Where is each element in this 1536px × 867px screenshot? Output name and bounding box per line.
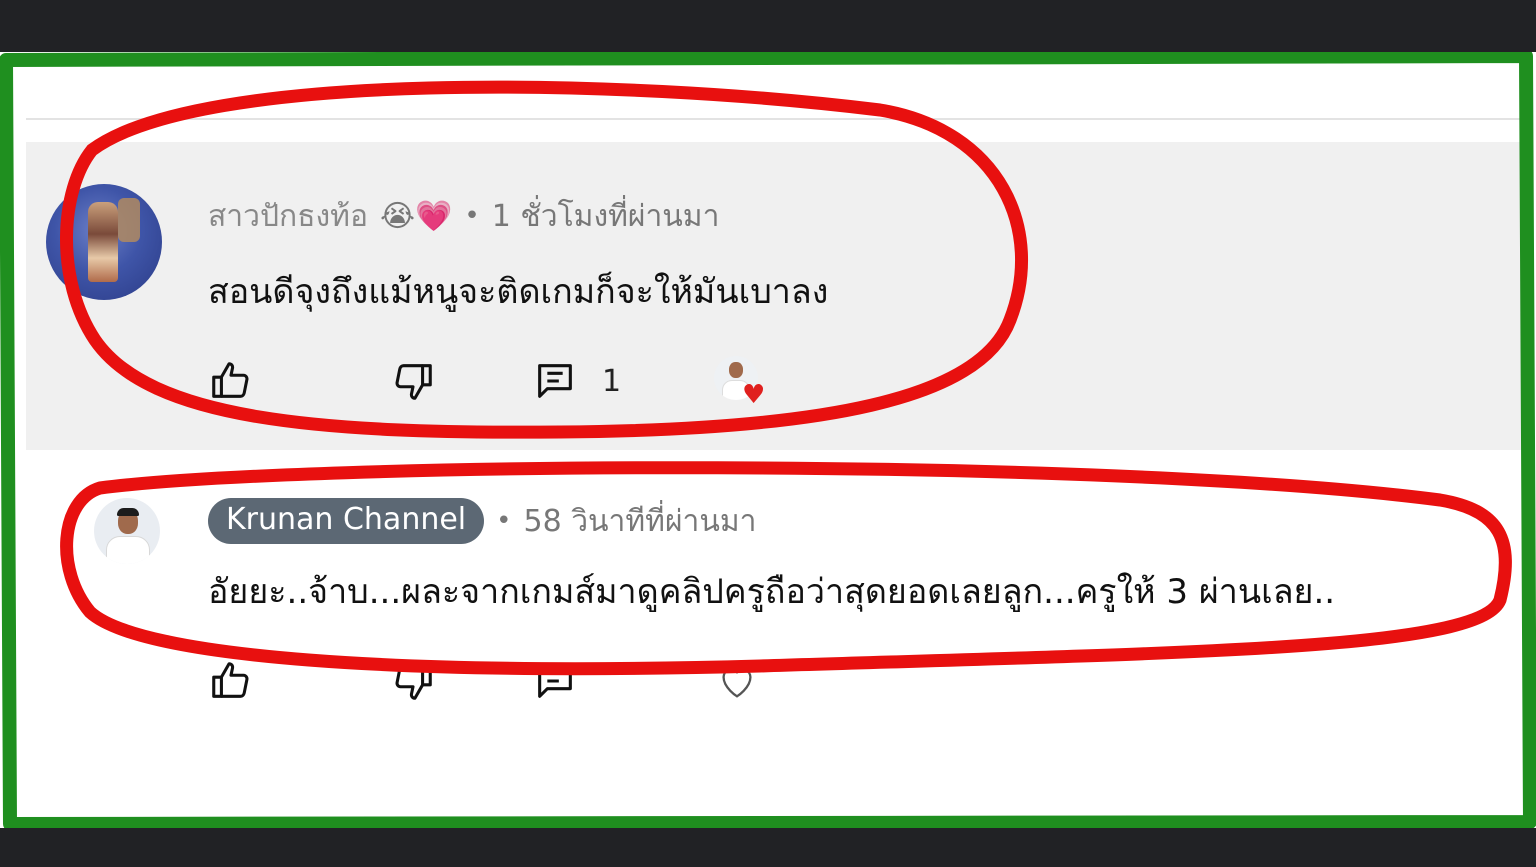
comment-text: อัยยะ..จ้าบ...ผละจากเกมส์มาดูคลิปครูถือว… [208,572,1336,612]
top-dark-bar [0,0,1536,52]
reply-count: 1 [602,363,622,399]
author-name[interactable]: สาวปักธงท้อ [208,193,368,240]
comment-meta: Krunan Channel • 58 วินาทีที่ผ่านมา [208,498,757,544]
creator-heart[interactable]: ♥ [714,356,766,410]
comment-card: Krunan Channel • 58 วินาทีที่ผ่านมา อัยย… [26,452,1530,812]
comment-actions [208,656,848,706]
comment-text: สอนดีจุงถึงแม้หนูจะติดเกมก็จะให้มันเบาลง [208,272,829,312]
channel-owner-badge[interactable]: Krunan Channel [208,498,485,544]
comment-card: สาวปักธงท้อ 😭💗 • 1 ชั่วโมงที่ผ่านมา สอนด… [26,142,1530,450]
comment-actions: 1 ♥ [208,356,848,410]
heart-button[interactable] [714,656,760,706]
separator-dot: • [496,506,512,536]
heart-icon [722,668,752,698]
timestamp[interactable]: 1 ชั่วโมงที่ผ่านมา [492,193,720,240]
heart-icon: ♥ [742,380,766,410]
dislike-button[interactable] [390,356,436,406]
reply-icon [538,364,572,398]
separator-dot: • [464,201,480,231]
reply-button[interactable]: 1 [532,356,621,406]
author-emojis: 😭💗 [379,198,453,234]
thumb-up-icon [212,662,249,698]
thumb-down-icon [395,664,432,700]
thumb-up-icon [212,362,249,398]
timestamp[interactable]: 58 วินาทีที่ผ่านมา [523,498,756,545]
reply-icon [538,664,572,698]
thumb-down-icon [395,364,432,400]
avatar[interactable] [94,498,160,564]
dislike-button[interactable] [390,656,436,706]
like-button[interactable] [208,356,254,406]
like-button[interactable] [208,656,254,706]
bottom-dark-bar [0,828,1536,867]
comment-meta: สาวปักธงท้อ 😭💗 • 1 ชั่วโมงที่ผ่านมา [208,194,719,238]
reply-button[interactable] [532,656,578,706]
divider [26,118,1526,120]
avatar[interactable] [46,184,162,300]
